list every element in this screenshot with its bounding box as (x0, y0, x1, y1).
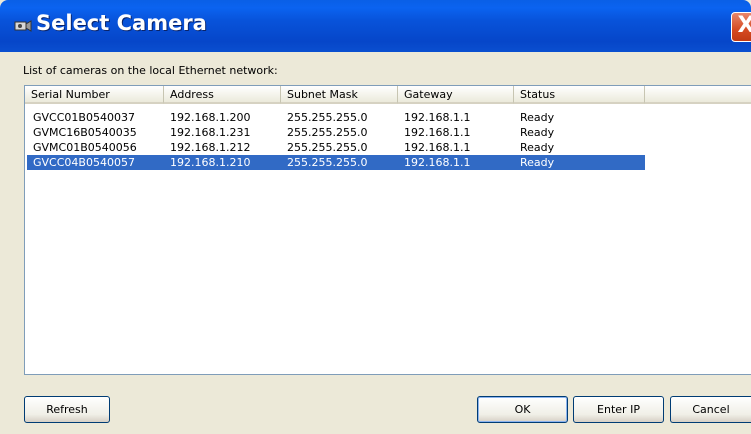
column-header-subnet-mask[interactable]: Subnet Mask (281, 86, 398, 104)
cell-address: 192.168.1.231 (170, 126, 251, 139)
cell-address: 192.168.1.212 (170, 141, 251, 154)
cell-subnet-mask: 255.255.255.0 (287, 126, 368, 139)
cell-serial-number: GVMC16B0540035 (33, 126, 137, 139)
ok-button[interactable]: OK (477, 396, 568, 423)
table-row-selected[interactable]: GVCC04B0540057 192.168.1.210 255.255.255… (27, 155, 645, 170)
camera-list[interactable]: Serial Number Address Subnet Mask Gatewa… (24, 85, 751, 375)
table-row[interactable]: GVMC01B0540056 192.168.1.212 255.255.255… (27, 140, 645, 155)
select-camera-dialog: Select Camera X List of cameras on the l… (0, 0, 751, 434)
column-header-address[interactable]: Address (164, 86, 281, 104)
cell-serial-number: GVCC01B0540037 (33, 111, 135, 124)
enter-ip-button[interactable]: Enter IP (573, 396, 664, 423)
cell-gateway: 192.168.1.1 (404, 126, 471, 139)
cell-subnet-mask: 255.255.255.0 (287, 156, 368, 169)
close-icon: X (737, 13, 751, 38)
cell-status: Ready (520, 141, 555, 154)
table-row[interactable]: GVCC01B0540037 192.168.1.200 255.255.255… (27, 110, 645, 125)
window-title: Select Camera (36, 11, 207, 35)
cell-address: 192.168.1.210 (170, 156, 251, 169)
cell-status: Ready (520, 111, 555, 124)
cell-gateway: 192.168.1.1 (404, 141, 471, 154)
cell-subnet-mask: 255.255.255.0 (287, 141, 368, 154)
list-header: Serial Number Address Subnet Mask Gatewa… (25, 86, 751, 105)
cell-address: 192.168.1.200 (170, 111, 251, 124)
column-header-filler (645, 86, 751, 104)
column-header-status[interactable]: Status (514, 86, 645, 104)
title-bar[interactable]: Select Camera X (0, 0, 751, 52)
table-row[interactable]: GVMC16B0540035 192.168.1.231 255.255.255… (27, 125, 645, 140)
cancel-button[interactable]: Cancel (670, 396, 751, 423)
refresh-button[interactable]: Refresh (24, 396, 110, 423)
cell-status: Ready (520, 156, 555, 169)
column-header-serial-number[interactable]: Serial Number (25, 86, 164, 104)
cell-serial-number: GVCC04B0540057 (33, 156, 135, 169)
camera-icon (14, 20, 32, 32)
cell-status: Ready (520, 126, 555, 139)
column-header-gateway[interactable]: Gateway (398, 86, 514, 104)
cell-subnet-mask: 255.255.255.0 (287, 111, 368, 124)
list-description: List of cameras on the local Ethernet ne… (23, 64, 278, 77)
cell-gateway: 192.168.1.1 (404, 111, 471, 124)
close-button[interactable]: X (731, 12, 751, 42)
cell-gateway: 192.168.1.1 (404, 156, 471, 169)
cell-serial-number: GVMC01B0540056 (33, 141, 137, 154)
